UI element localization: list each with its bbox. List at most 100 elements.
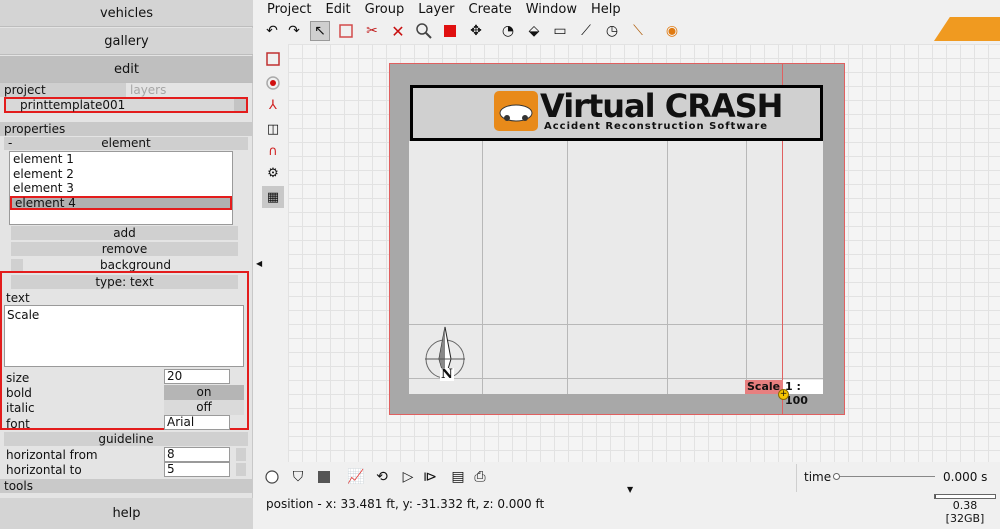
guide-line bbox=[482, 141, 483, 394]
redo-icon[interactable]: ↷ bbox=[284, 21, 304, 41]
ruler-icon[interactable]: ⟋ bbox=[576, 21, 596, 41]
grid-tool-icon[interactable]: ▦ bbox=[262, 186, 284, 208]
vc-banner[interactable]: Virtual CRASH Accident Reconstruction So… bbox=[410, 85, 823, 141]
horizontal-from-input[interactable]: 8 bbox=[164, 447, 230, 462]
guide-line bbox=[409, 378, 823, 379]
print-area[interactable] bbox=[409, 141, 823, 394]
help-button[interactable]: help bbox=[0, 498, 253, 529]
anchor-handle-icon[interactable]: + bbox=[778, 389, 789, 400]
remove-button[interactable]: remove bbox=[11, 242, 238, 256]
menu-help[interactable]: Help bbox=[584, 0, 628, 18]
shield-icon[interactable]: ⛉ bbox=[288, 467, 308, 487]
guide-line bbox=[667, 141, 668, 394]
properties-header[interactable]: properties bbox=[0, 122, 253, 136]
tab-project[interactable]: project bbox=[0, 83, 126, 97]
list-item[interactable]: element 1 bbox=[10, 152, 232, 167]
element-section-header[interactable]: - element bbox=[4, 137, 248, 150]
size-label: size bbox=[6, 371, 30, 385]
banner-subtitle: Accident Reconstruction Software bbox=[544, 121, 769, 132]
graph-icon[interactable]: 📈 bbox=[346, 467, 366, 487]
bold-toggle[interactable]: on bbox=[164, 385, 244, 400]
background-label: background bbox=[100, 258, 171, 272]
chevron-down-icon[interactable]: ▼ bbox=[627, 485, 633, 494]
vehicles-button[interactable]: vehicles bbox=[0, 0, 253, 27]
panel-collapse-icon[interactable]: ◀ bbox=[256, 259, 262, 268]
frame-icon[interactable]: ▭ bbox=[550, 21, 570, 41]
align-tool-icon[interactable]: ◫ bbox=[262, 118, 284, 140]
font-label: font bbox=[6, 417, 30, 431]
tape-measure-icon[interactable]: ⟍ bbox=[628, 21, 648, 41]
compass-letter: N bbox=[440, 367, 454, 382]
menu-project[interactable]: Project bbox=[260, 0, 318, 18]
tab-layers[interactable]: layers bbox=[126, 83, 253, 97]
zoom-icon[interactable] bbox=[414, 21, 434, 41]
text-input[interactable]: Scale bbox=[4, 305, 244, 367]
list-item[interactable]: element 2 bbox=[10, 167, 232, 182]
north-arrow[interactable]: N bbox=[421, 325, 469, 387]
bold-label: bold bbox=[6, 386, 32, 400]
guideline-header[interactable]: guideline bbox=[4, 432, 248, 446]
menu-layer[interactable]: Layer bbox=[411, 0, 461, 18]
time-value: 0.000 s bbox=[943, 470, 988, 484]
cut-icon[interactable]: ✂ bbox=[362, 21, 382, 41]
memory-usage: 0.38 [32GB] bbox=[932, 494, 998, 528]
element-type-button[interactable]: type: text bbox=[11, 275, 238, 289]
undo-icon[interactable]: ↶ bbox=[262, 21, 282, 41]
stop-record-icon[interactable] bbox=[440, 21, 460, 41]
panel-tabs: project layers bbox=[0, 83, 253, 97]
car-path-icon[interactable]: ⟲ bbox=[372, 467, 392, 487]
select-cursor-icon[interactable]: ↖ bbox=[310, 21, 330, 41]
element-list[interactable]: element 1 element 2 element 3 element 4 bbox=[9, 151, 233, 225]
project-name-field[interactable]: printtemplate001 bbox=[4, 97, 248, 113]
solid-square-icon[interactable] bbox=[314, 467, 334, 487]
time-knob[interactable] bbox=[833, 473, 840, 480]
italic-toggle[interactable]: off bbox=[164, 400, 244, 415]
record-tool-icon[interactable] bbox=[262, 72, 284, 94]
tools-header[interactable]: tools bbox=[0, 479, 253, 493]
menu-bar: Project Edit Group Layer Create Window H… bbox=[260, 0, 628, 18]
move-icon[interactable]: ✥ bbox=[466, 21, 486, 41]
add-button[interactable]: add bbox=[11, 226, 238, 240]
report-icon[interactable]: ▤ bbox=[448, 467, 468, 487]
measure-icon[interactable]: ◔ bbox=[498, 21, 518, 41]
horizontal-to-label: horizontal to bbox=[6, 463, 82, 477]
print-icon[interactable]: ⎙ bbox=[470, 467, 490, 487]
element-header-label: element bbox=[101, 136, 151, 150]
scale-ratio: 1 : 100 bbox=[785, 380, 808, 407]
menu-create[interactable]: Create bbox=[462, 0, 519, 18]
vc-logo-icon[interactable]: ◉ bbox=[662, 21, 682, 41]
menu-window[interactable]: Window bbox=[519, 0, 584, 18]
time-track[interactable] bbox=[837, 476, 935, 477]
menu-edit[interactable]: Edit bbox=[318, 0, 357, 18]
collapse-icon[interactable]: - bbox=[8, 137, 12, 150]
axis-tool-icon[interactable]: ⅄ bbox=[262, 94, 284, 116]
circle-icon[interactable] bbox=[262, 467, 282, 487]
app-window: vehicles gallery edit project layers pri… bbox=[0, 0, 1000, 529]
guide-line bbox=[409, 324, 823, 325]
settings-tool-icon[interactable]: ⚙ bbox=[262, 162, 284, 184]
step-icon[interactable]: ⧐ bbox=[420, 467, 440, 487]
play-icon[interactable]: ▷ bbox=[398, 467, 418, 487]
eraser-icon[interactable]: ⬙ bbox=[524, 21, 544, 41]
gallery-button[interactable]: gallery bbox=[0, 28, 253, 55]
background-checkbox[interactable] bbox=[11, 259, 23, 271]
select-box-icon[interactable] bbox=[336, 21, 356, 41]
magnet-tool-icon[interactable]: ∩ bbox=[262, 140, 284, 162]
rectangle-tool-icon[interactable] bbox=[262, 48, 284, 70]
list-item-selected[interactable]: element 4 bbox=[10, 195, 232, 210]
horizontal-to-input[interactable]: 5 bbox=[164, 462, 230, 477]
memory-value: 0.38 bbox=[952, 499, 978, 512]
edit-button[interactable]: edit bbox=[0, 56, 253, 83]
menu-group[interactable]: Group bbox=[358, 0, 412, 18]
size-input[interactable]: 20 bbox=[164, 369, 230, 384]
list-item[interactable]: element 3 bbox=[10, 181, 232, 196]
guide-line bbox=[567, 141, 568, 394]
text-label: text bbox=[6, 291, 30, 305]
stopwatch-icon[interactable]: ◷ bbox=[602, 21, 622, 41]
memory-total: [32GB] bbox=[945, 512, 985, 525]
project-scroll-button[interactable] bbox=[234, 99, 246, 111]
delete-icon[interactable]: ✕ bbox=[388, 21, 408, 41]
font-input[interactable]: Arial bbox=[164, 415, 230, 430]
horizontal-to-scroll[interactable] bbox=[236, 463, 246, 476]
horizontal-from-scroll[interactable] bbox=[236, 448, 246, 461]
